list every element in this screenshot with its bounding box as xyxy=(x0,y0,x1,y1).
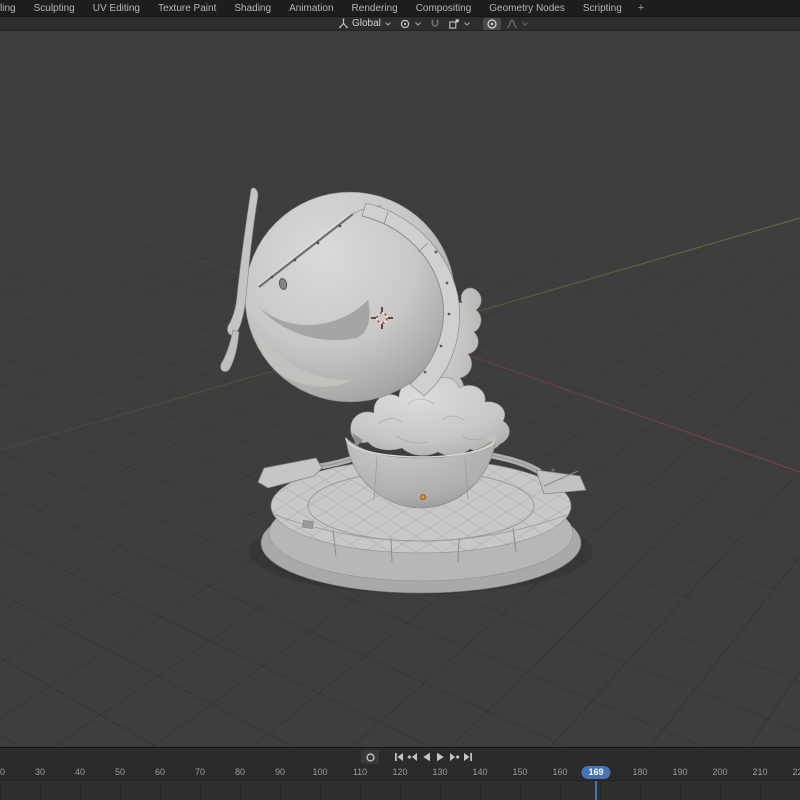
frame-tick-label: 90 xyxy=(275,767,285,777)
frame-tick-label: 70 xyxy=(195,767,205,777)
frame-gridline xyxy=(280,781,281,800)
frame-tick-label: 150 xyxy=(512,767,527,777)
frame-gridline xyxy=(40,781,41,800)
workspace-tab-sculpting[interactable]: Sculpting xyxy=(25,0,84,16)
orientation-icon xyxy=(338,18,349,29)
frame-gridline xyxy=(160,781,161,800)
workspace-tab-texture-paint[interactable]: Texture Paint xyxy=(149,0,225,16)
frame-gridline xyxy=(760,781,761,800)
previous-keyframe-button[interactable] xyxy=(406,750,419,764)
frame-gridline xyxy=(520,781,521,800)
frame-tick-label: 140 xyxy=(472,767,487,777)
chevron-down-icon xyxy=(384,21,392,27)
snap-target-icon xyxy=(448,18,460,30)
frame-gridline xyxy=(640,781,641,800)
jump-to-end-icon xyxy=(463,752,474,762)
frame-tick-label: 180 xyxy=(632,767,647,777)
frame-gridline xyxy=(600,781,601,800)
frame-tick-label: 30 xyxy=(35,767,45,777)
proportional-circle-icon xyxy=(486,18,498,30)
frame-tick-label: 40 xyxy=(75,767,85,777)
frame-gridline xyxy=(400,781,401,800)
frame-gridline xyxy=(200,781,201,800)
magnet-icon xyxy=(429,18,441,30)
frame-tick-label: 210 xyxy=(752,767,767,777)
frame-tick-label: 160 xyxy=(552,767,567,777)
frame-tick-label: 190 xyxy=(672,767,687,777)
frame-tick-label: 130 xyxy=(432,767,447,777)
frame-gridline xyxy=(0,781,1,800)
pivot-point-dropdown[interactable] xyxy=(397,17,424,30)
jump-to-start-icon xyxy=(393,752,404,762)
snap-target-dropdown[interactable] xyxy=(446,17,473,30)
frame-gridline xyxy=(320,781,321,800)
playhead-line[interactable] xyxy=(595,778,597,800)
pivot-icon xyxy=(399,18,411,30)
workspace-tab-uv-editing[interactable]: UV Editing xyxy=(84,0,149,16)
frame-gridline xyxy=(440,781,441,800)
frame-gridline xyxy=(480,781,481,800)
record-circle-icon xyxy=(365,752,376,763)
frame-tick-label: 20 xyxy=(0,767,5,777)
timeline-area[interactable]: 2030405060708090100110120130140150160170… xyxy=(0,765,800,800)
workspace-tab-geometry-nodes[interactable]: Geometry Nodes xyxy=(480,0,574,16)
frame-gridline xyxy=(120,781,121,800)
frame-tick-label: 60 xyxy=(155,767,165,777)
play-reverse-button[interactable] xyxy=(420,750,433,764)
chevron-down-icon xyxy=(463,21,471,27)
frame-tick-label: 80 xyxy=(235,767,245,777)
workspace-tab-modeling[interactable]: Modeling xyxy=(0,0,25,16)
auto-keying-toggle[interactable] xyxy=(361,750,379,764)
timeline-header xyxy=(0,747,800,765)
previous-keyframe-icon xyxy=(407,752,418,762)
workspace-tab-bar: ModelingSculptingUV EditingTexture Paint… xyxy=(0,0,800,17)
orientation-label: Global xyxy=(352,18,381,29)
viewport-header: Global xyxy=(0,17,800,31)
frame-tick-label: 100 xyxy=(312,767,327,777)
current-frame-indicator[interactable]: 169 xyxy=(581,766,610,779)
frame-gridline xyxy=(80,781,81,800)
falloff-dropdown[interactable] xyxy=(504,17,531,30)
transform-orientation-dropdown[interactable]: Global xyxy=(336,17,394,30)
model-sphere xyxy=(221,188,460,402)
frame-tick-label: 110 xyxy=(353,767,367,777)
next-keyframe-button[interactable] xyxy=(448,750,461,764)
workspace-tab-rendering[interactable]: Rendering xyxy=(343,0,407,16)
workspace-tab-animation[interactable]: Animation xyxy=(280,0,342,16)
frame-gridline xyxy=(680,781,681,800)
proportional-editing-toggle[interactable] xyxy=(483,18,501,30)
workspace-tab-scripting[interactable]: Scripting xyxy=(574,0,631,16)
timeline-ruler[interactable]: 2030405060708090100110120130140150160170… xyxy=(0,765,800,781)
jump-to-end-button[interactable] xyxy=(462,750,475,764)
3d-viewport[interactable] xyxy=(0,31,800,747)
falloff-curve-icon xyxy=(506,18,518,29)
workspace-tab-shading[interactable]: Shading xyxy=(225,0,280,16)
jump-to-start-button[interactable] xyxy=(392,750,405,764)
play-reverse-icon xyxy=(421,752,432,762)
frame-gridline xyxy=(360,781,361,800)
frame-tick-label: 220 xyxy=(792,767,800,777)
model-pokeball-smoke xyxy=(0,31,800,747)
next-keyframe-icon xyxy=(449,752,460,762)
frame-tick-label: 120 xyxy=(392,767,407,777)
blender-window: ModelingSculptingUV EditingTexture Paint… xyxy=(0,0,800,800)
snap-toggle[interactable] xyxy=(427,17,443,30)
frame-tick-label: 50 xyxy=(115,767,125,777)
frame-gridline xyxy=(240,781,241,800)
frame-gridline xyxy=(560,781,561,800)
chevron-down-icon xyxy=(414,21,422,27)
playback-controls xyxy=(392,750,475,764)
workspace-tab-compositing[interactable]: Compositing xyxy=(407,0,481,16)
play-forward-icon xyxy=(435,752,446,762)
chevron-down-icon xyxy=(521,21,529,27)
add-workspace-button[interactable]: + xyxy=(631,0,651,16)
object-origin-dot xyxy=(421,495,426,500)
frame-tick-label: 200 xyxy=(712,767,727,777)
play-forward-button[interactable] xyxy=(434,750,447,764)
frame-gridline xyxy=(720,781,721,800)
